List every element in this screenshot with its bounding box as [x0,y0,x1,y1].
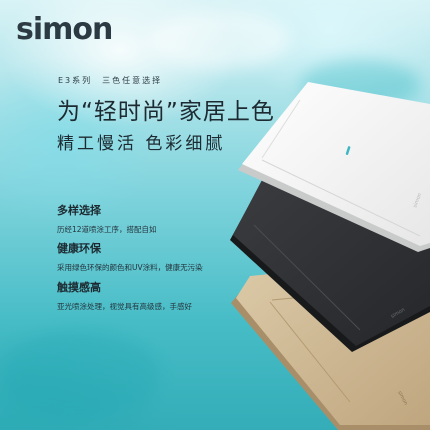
switch-panels: simon simon simon [230,82,430,430]
